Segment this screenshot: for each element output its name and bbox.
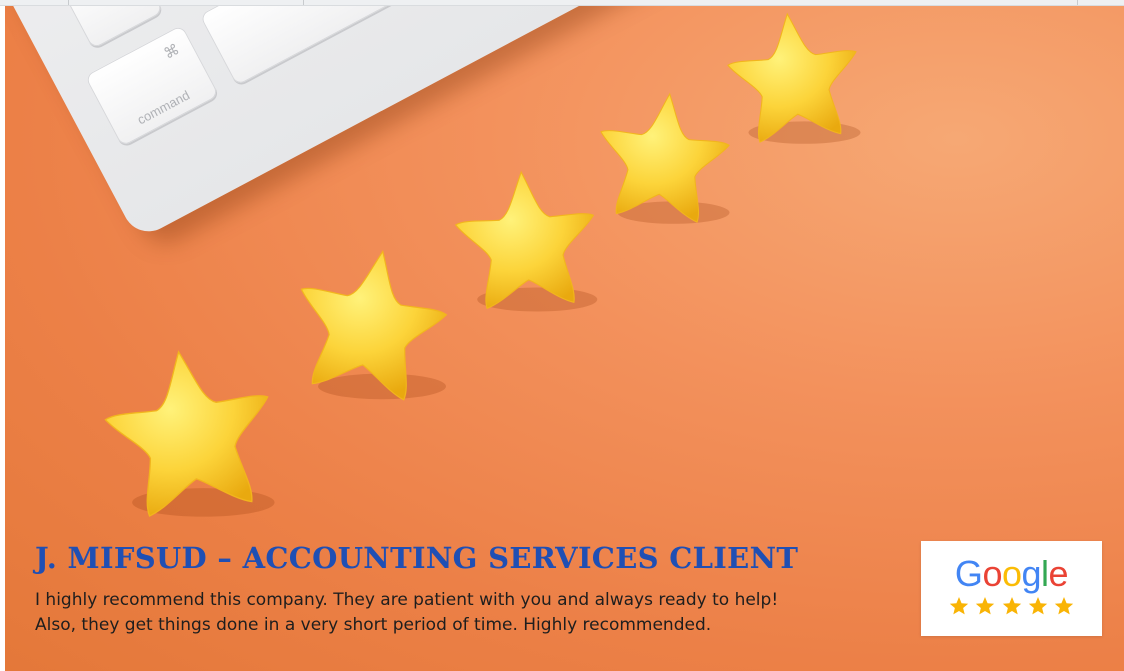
google-letter: o: [1001, 553, 1022, 594]
key-command: ⌘ command: [84, 24, 220, 147]
tab-divider: [1077, 0, 1078, 5]
tab-divider: [303, 0, 304, 5]
star-5: [727, 12, 861, 144]
google-review-badge: Google: [921, 541, 1102, 636]
review-line: I highly recommend this company. They ar…: [35, 590, 779, 610]
client-name-heading: J. MIFSUD – ACCOUNTING SERVICES CLIENT: [35, 541, 799, 575]
star-icon: [1055, 597, 1074, 615]
google-letter: e: [1048, 553, 1069, 594]
command-icon: ⌘: [161, 40, 183, 63]
key-space: [199, 6, 608, 86]
review-text: I highly recommend this company. They ar…: [35, 588, 915, 638]
tab-divider: [68, 0, 69, 5]
google-letter: G: [954, 553, 983, 594]
star-icon: [1002, 597, 1021, 615]
rating-stars: [921, 597, 1102, 621]
star-1: [104, 350, 275, 517]
google-letter: g: [1021, 553, 1042, 594]
key-label: command: [134, 87, 193, 128]
google-logo: Google: [921, 553, 1102, 595]
star-icon: [1028, 597, 1048, 615]
google-letter: l: [1041, 553, 1049, 594]
star-icon: [975, 597, 995, 615]
google-letter: o: [982, 553, 1002, 594]
star-icon: [949, 597, 968, 615]
review-line: Also, they get things done in a very sho…: [35, 615, 712, 635]
